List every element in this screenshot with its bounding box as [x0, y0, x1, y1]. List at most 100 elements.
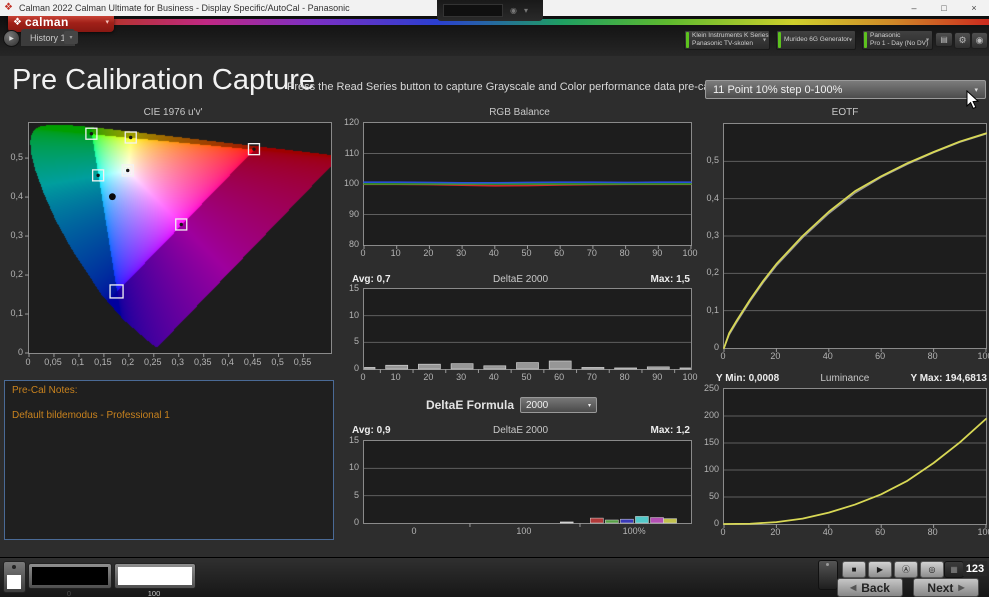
- tab-list-caret-button[interactable]: ▾: [64, 31, 78, 44]
- calman-app-window: ❖ Calman 2022 Calman Ultimate for Busine…: [0, 0, 989, 597]
- axis-tick-label: 0,35: [194, 357, 212, 367]
- axis-tick-label: 0,5: [271, 357, 284, 367]
- pattern-window-toggle[interactable]: [3, 561, 26, 593]
- pattern-series-dropdown[interactable]: 11 Point 10% step 0-100% ▾: [705, 80, 986, 99]
- rgb-balance-title: RGB Balance: [349, 107, 690, 118]
- luminance-chart: [723, 388, 987, 525]
- axis-tick-label: 90: [349, 209, 359, 219]
- calman-logo-text: calman: [25, 15, 69, 29]
- stop-icon: ■: [852, 565, 857, 574]
- axis-tick-label: 0,1: [72, 357, 85, 367]
- generator-device-line1: Murideo 6G Generator: [784, 36, 849, 44]
- maximize-button[interactable]: □: [929, 0, 959, 16]
- y-max-label: Y Max: 194,6813: [910, 373, 987, 384]
- footer-bar: 0 100 ■ ▶ Ⓐ ◎ ▦ 123 ◀ Back Next ▶: [0, 557, 989, 597]
- logo-caret-icon: ▾: [105, 18, 109, 26]
- axis-tick-label: 40: [489, 248, 499, 258]
- white-swatch-fill: [118, 567, 192, 585]
- pattern-source-button[interactable]: ▦: [944, 561, 964, 578]
- axis-tick-label: 60: [875, 527, 885, 537]
- axis-tick-label: 100: [682, 372, 697, 382]
- axis-tick-label: 80: [620, 248, 630, 258]
- autocal-button[interactable]: Ⓐ: [894, 561, 918, 578]
- collapse-icon: ▾: [524, 6, 528, 15]
- axis-tick-label: 50: [521, 248, 531, 258]
- axis-tick-label: 120: [344, 117, 359, 127]
- cie-1976-diagram: [28, 122, 332, 354]
- axis-tick-label: 15: [349, 283, 359, 293]
- deltae-formula-select[interactable]: 2000 ▾: [520, 397, 597, 413]
- meter-device-line2: Panasonic TV-skolen: [692, 40, 769, 48]
- axis-tick-label: 250: [704, 383, 719, 393]
- screen-recording-overlay: ◉ ▾: [437, 0, 543, 21]
- read-series-button[interactable]: ▶: [868, 561, 892, 578]
- display-device-line1: Panasonic: [870, 32, 928, 40]
- axis-tick-label: 60: [554, 372, 564, 382]
- axis-tick-label: 60: [554, 248, 564, 258]
- cie-chart-title: CIE 1976 u'v': [14, 107, 332, 118]
- axis-tick-label: 70: [587, 372, 597, 382]
- generator-device-button[interactable]: Murideo 6G Generator ▾: [776, 30, 856, 50]
- axis-tick-label: 20: [770, 527, 780, 537]
- axis-tick-label: 110: [345, 148, 359, 158]
- play-icon: ▶: [877, 565, 883, 574]
- display-device-button[interactable]: Panasonic Pro 1 - Day (No DV) ▾: [862, 30, 933, 50]
- white-pattern-swatch[interactable]: [114, 563, 196, 589]
- axis-tick-label: 0: [354, 517, 359, 527]
- axis-tick-label: 0,4: [221, 357, 234, 367]
- axis-tick-label: 0: [411, 526, 416, 536]
- axis-tick-label: 90: [652, 248, 662, 258]
- axis-tick-label: 0,2: [10, 269, 23, 279]
- black-pattern-swatch[interactable]: [28, 563, 112, 589]
- axis-tick-label: 0,45: [244, 357, 262, 367]
- axis-tick-label: 100: [682, 248, 697, 258]
- axis-tick-label: 15: [349, 435, 359, 445]
- stop-button[interactable]: ■: [842, 561, 866, 578]
- meter-icon: ◎: [929, 565, 936, 574]
- axis-tick-label: 0,2: [122, 357, 135, 367]
- meter-device-button[interactable]: Klein Instruments K Series Panasonic TV-…: [684, 30, 770, 50]
- run-nav-button[interactable]: ▶: [3, 30, 20, 47]
- close-button[interactable]: ×: [959, 0, 989, 16]
- chevron-down-icon: ▾: [974, 86, 978, 94]
- lamp-icon: ◉: [976, 35, 984, 46]
- minimize-button[interactable]: –: [899, 0, 929, 16]
- axis-tick-label: 0: [354, 363, 359, 373]
- back-button[interactable]: ◀ Back: [837, 578, 903, 597]
- eotf-chart: [723, 123, 987, 349]
- axis-tick-label: 0: [360, 248, 365, 258]
- white-swatch-label: 100: [114, 589, 194, 597]
- autocal-icon: Ⓐ: [902, 564, 910, 575]
- axis-tick-label: 100%: [623, 526, 646, 536]
- pattern-window-button[interactable]: [818, 560, 838, 590]
- axis-tick-label: 0,4: [10, 191, 23, 201]
- axis-tick-label: 0: [18, 347, 23, 357]
- axis-tick-label: 0: [360, 372, 365, 382]
- grayscale-deltae-header: Avg: 0,7 DeltaE 2000 Max: 1,5: [352, 274, 690, 285]
- axis-tick-label: 50: [521, 372, 531, 382]
- axis-tick-label: 10: [349, 462, 359, 472]
- meter-device-line1: Klein Instruments K Series: [692, 32, 769, 40]
- axis-tick-label: 0,1: [706, 305, 719, 315]
- axis-tick-label: 30: [456, 248, 466, 258]
- axis-tick-label: 30: [456, 372, 466, 382]
- window-title: Calman 2022 Calman Ultimate for Business…: [19, 3, 350, 13]
- black-swatch-label: 0: [29, 589, 109, 597]
- keypad-button[interactable]: ▤: [935, 32, 953, 47]
- settings-button[interactable]: ⚙: [954, 32, 971, 49]
- axis-tick-label: 80: [349, 239, 359, 249]
- axis-tick-label: 100: [516, 526, 531, 536]
- deltae-max-label: Max: 1,2: [651, 425, 690, 436]
- axis-tick-label: 0,3: [171, 357, 184, 367]
- axis-tick-label: 100: [977, 351, 989, 361]
- ambient-light-button[interactable]: ◉: [971, 32, 988, 49]
- reading-count-badge: 123: [963, 561, 987, 576]
- axis-tick-label: 0,15: [94, 357, 112, 367]
- grayscale-deltae-chart: [363, 288, 692, 370]
- axis-tick-label: 10: [391, 248, 401, 258]
- next-button[interactable]: Next ▶: [913, 578, 979, 597]
- meter-read-button[interactable]: ◎: [920, 561, 944, 578]
- app-header: ❖ calman ▾ ▶ History 1 ▾ Klein Instrumen…: [0, 16, 989, 56]
- precal-notes-field[interactable]: Pre-Cal Notes: Default bildemodus - Prof…: [4, 380, 334, 540]
- chevron-down-icon: ▾: [763, 37, 766, 44]
